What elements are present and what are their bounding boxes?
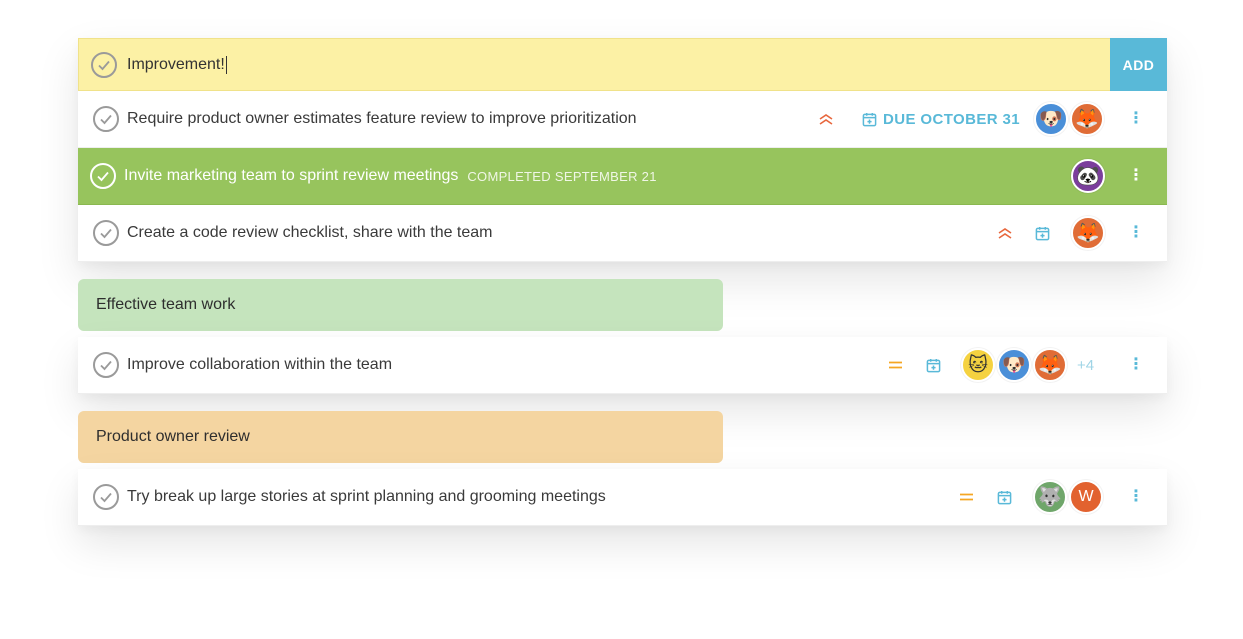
calendar-add-icon <box>862 112 877 126</box>
new-task-input-value: Improvement! <box>127 55 225 73</box>
task-label: Try break up large stories at sprint pla… <box>127 488 606 505</box>
task-row[interactable]: Try break up large stories at sprint pla… <box>78 469 1167 526</box>
avatar: 🐱 <box>961 348 995 382</box>
task-label: Improve collaboration within the team <box>127 356 393 373</box>
more-vertical-icon[interactable]: ⋮ <box>1128 91 1144 147</box>
double-chevron-up-icon[interactable] <box>997 205 1013 261</box>
group-header[interactable]: Product owner review <box>78 411 723 463</box>
calendar-add-icon[interactable] <box>1035 205 1050 261</box>
check-circle-icon[interactable] <box>91 51 117 78</box>
task-group: Product owner review Try break up large … <box>78 411 1167 526</box>
task-list-card: Improvement! ADD Require product owner e… <box>78 38 1167 262</box>
calendar-add-icon[interactable] <box>926 337 941 393</box>
avatar: 🦊 <box>1033 348 1067 382</box>
group-header[interactable]: Effective team work <box>78 279 723 331</box>
assignees[interactable]: 🐺 W <box>1033 469 1103 525</box>
assignees[interactable]: 🐱 🐶 🦊 +4 <box>961 337 1094 393</box>
double-chevron-up-icon[interactable] <box>818 91 834 147</box>
task-board: Improvement! ADD Require product owner e… <box>78 38 1167 526</box>
avatar: 🐶 <box>997 348 1031 382</box>
assignees[interactable]: 🐶 🦊 <box>1034 91 1104 147</box>
check-circle-icon[interactable] <box>93 220 119 246</box>
avatar: 🐼 <box>1071 159 1105 193</box>
task-label: Invite marketing team to sprint review m… <box>124 167 459 184</box>
group-title: Effective team work <box>96 296 236 313</box>
task-group: Effective team work Improve collaboratio… <box>78 279 1167 394</box>
more-vertical-icon[interactable]: ⋮ <box>1128 469 1144 525</box>
text-caret <box>225 55 227 74</box>
due-date[interactable]: DUE OCTOBER 31 <box>862 91 1020 147</box>
more-vertical-icon[interactable]: ⋮ <box>1128 337 1144 393</box>
assignees[interactable]: 🐼 <box>1071 148 1105 204</box>
check-circle-icon[interactable] <box>93 106 119 132</box>
task-row[interactable]: Create a code review checklist, share wi… <box>78 205 1167 262</box>
more-vertical-icon[interactable]: ⋮ <box>1128 205 1144 261</box>
check-circle-icon[interactable] <box>93 484 119 510</box>
equals-icon[interactable] <box>959 469 974 525</box>
add-button[interactable]: ADD <box>1110 38 1167 91</box>
task-label: Require product owner estimates feature … <box>127 110 637 127</box>
check-circle-icon[interactable] <box>90 163 116 189</box>
extra-assignees-count[interactable]: +4 <box>1077 357 1094 374</box>
check-circle-icon[interactable] <box>93 352 119 378</box>
task-row[interactable]: Require product owner estimates feature … <box>78 91 1167 148</box>
task-row[interactable]: Improve collaboration within the team 🐱 … <box>78 337 1167 394</box>
completed-date: COMPLETED SEPTEMBER 21 <box>467 168 657 184</box>
new-task-input[interactable]: Improvement! <box>117 39 1110 90</box>
assignees[interactable]: 🦊 <box>1071 205 1105 261</box>
task-label: Create a code review checklist, share wi… <box>127 224 493 241</box>
avatar: 🦊 <box>1070 102 1104 136</box>
avatar: 🦊 <box>1071 216 1105 250</box>
group-title: Product owner review <box>96 428 250 445</box>
avatar: W <box>1069 480 1103 514</box>
more-vertical-icon[interactable]: ⋮ <box>1128 148 1144 204</box>
equals-icon[interactable] <box>888 337 903 393</box>
avatar: 🐶 <box>1034 102 1068 136</box>
task-row-completed[interactable]: Invite marketing team to sprint review m… <box>78 148 1167 205</box>
due-date-label: DUE OCTOBER 31 <box>883 110 1021 128</box>
avatar: 🐺 <box>1033 480 1067 514</box>
calendar-add-icon[interactable] <box>997 469 1012 525</box>
new-task-row: Improvement! ADD <box>78 38 1167 91</box>
